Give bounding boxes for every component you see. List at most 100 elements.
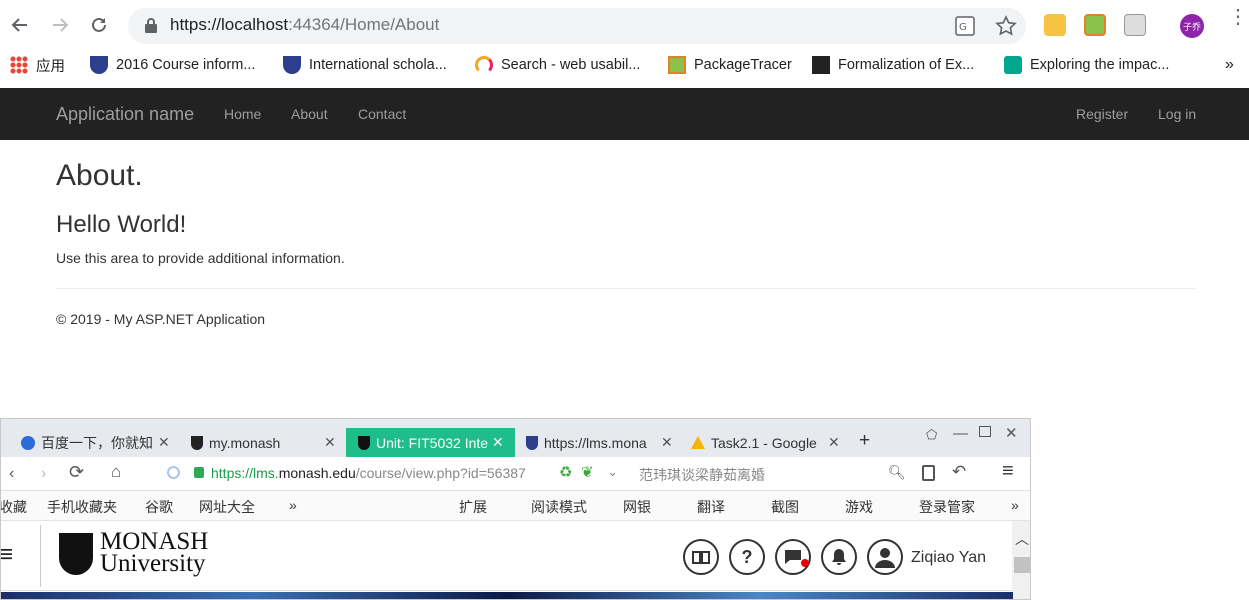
scrollbar[interactable]: ︿	[1012, 521, 1030, 599]
star-icon[interactable]	[995, 15, 1017, 42]
tab-my-monash[interactable]: my.monash ✕	[191, 428, 343, 457]
bookmark-apps[interactable]: 应用	[10, 54, 65, 76]
user-avatar-icon[interactable]	[867, 539, 903, 575]
bookmark-item[interactable]: 网址大全	[199, 497, 255, 517]
minimize-icon[interactable]: —	[953, 425, 968, 442]
more-bookmarks-button[interactable]: »	[1225, 54, 1234, 76]
page-footer: © 2019 - My ASP.NET Application	[56, 311, 266, 327]
scrollbar-thumb[interactable]	[1014, 557, 1030, 573]
home-icon[interactable]: ⌂	[111, 462, 121, 482]
translate-icon[interactable]: G	[955, 16, 975, 41]
search-suggestion[interactable]: 范玮琪谈梁静茹离婚	[639, 465, 765, 485]
recycle-icon[interactable]: ♻	[559, 463, 572, 481]
hamburger-menu-icon[interactable]: ≡	[1, 541, 13, 569]
tab-close-icon[interactable]: ✕	[661, 434, 673, 451]
extension-package-icon[interactable]	[1084, 14, 1106, 36]
back-arrow-icon[interactable]	[5, 10, 35, 40]
monash-logo[interactable]: MONASH University	[100, 529, 208, 577]
user-name[interactable]: Ziqiao Yan	[911, 549, 986, 567]
bookmark-label: 应用	[36, 58, 65, 75]
close-window-icon[interactable]: ✕	[1005, 424, 1018, 442]
shirt-skin-icon[interactable]: ⬠	[926, 427, 937, 443]
tab-lms-monash[interactable]: https://lms.mona ✕	[526, 428, 681, 457]
lock-icon	[144, 17, 158, 38]
app-brand-link[interactable]: Application name	[56, 104, 194, 125]
clipboard-icon[interactable]	[922, 465, 935, 481]
tab-close-icon[interactable]: ✕	[324, 434, 336, 451]
secondary-url-text[interactable]: https://lms.monash.edu/course/view.php?i…	[211, 465, 526, 481]
divider	[56, 288, 1197, 289]
tab-google-drive[interactable]: Task2.1 - Google ✕	[691, 428, 846, 457]
address-text[interactable]: https://localhost:44364/Home/About	[170, 15, 439, 35]
extension-cube-icon[interactable]	[1124, 14, 1146, 36]
university-shield-icon	[90, 56, 108, 74]
bookmark-item[interactable]: 扩展	[459, 497, 487, 517]
help-icon[interactable]: ?	[729, 539, 765, 575]
back-arrow-icon[interactable]: ‹	[9, 465, 14, 483]
tab-label: 百度一下，你就知	[41, 434, 153, 451]
tab-baidu[interactable]: 百度一下，你就知 ✕	[21, 428, 176, 457]
bookmark-item[interactable]: PackageTracer	[668, 54, 792, 76]
divider	[40, 525, 41, 587]
bookmark-item[interactable]: 2016 Course inform...	[90, 54, 255, 76]
leaf-icon[interactable]: ❦	[581, 463, 594, 481]
bookmark-item[interactable]: 截图	[771, 497, 799, 517]
bookmark-label: International schola...	[309, 57, 447, 73]
maximize-icon[interactable]	[979, 426, 991, 437]
chevron-down-icon[interactable]: ⌄	[607, 464, 618, 480]
messages-icon[interactable]	[775, 539, 811, 575]
site-info-icon[interactable]	[167, 466, 180, 479]
reload-icon[interactable]: ⟳	[69, 462, 84, 483]
nav-contact-link[interactable]: Contact	[358, 106, 406, 122]
url-path: /course/view.php?id=56387	[355, 465, 526, 481]
bookmark-item[interactable]: 登录管家	[919, 497, 975, 517]
tab-strip: 百度一下，你就知 ✕ my.monash ✕ Unit: FIT5032 Int…	[1, 419, 1030, 457]
nav-home-link[interactable]: Home	[224, 106, 261, 122]
bookmark-item[interactable]: Exploring the impac...	[1004, 54, 1169, 76]
bookmark-item[interactable]: 谷歌	[145, 497, 173, 517]
igi-logo-icon	[812, 56, 830, 74]
bookmark-item[interactable]: 翻译	[697, 497, 725, 517]
monash-crest-icon[interactable]	[59, 533, 93, 575]
monash-header: ≡ MONASH University ? Ziqiao Yan	[1, 521, 1030, 591]
bookmark-label: PackageTracer	[694, 57, 792, 73]
more-bookmarks-button[interactable]: »	[289, 497, 297, 513]
reload-icon[interactable]	[84, 10, 114, 40]
book-icon[interactable]	[683, 539, 719, 575]
nav-register-link[interactable]: Register	[1076, 106, 1128, 122]
page-subtitle: Hello World!	[56, 211, 187, 238]
secondary-browser-window[interactable]: 百度一下，你就知 ✕ my.monash ✕ Unit: FIT5032 Int…	[0, 418, 1031, 600]
tab-label: https://lms.mona	[544, 434, 647, 451]
hamburger-menu-icon[interactable]: ≡	[1002, 460, 1014, 483]
extension-chat-icon[interactable]	[1044, 14, 1066, 36]
url-domain: monash.edu	[278, 465, 356, 481]
chevron-up-icon[interactable]: ︿	[1015, 529, 1029, 549]
tab-close-icon[interactable]: ✕	[158, 434, 170, 451]
bookmark-item[interactable]: International schola...	[283, 54, 447, 76]
bookmark-item[interactable]: 阅读模式	[531, 497, 587, 517]
bookmark-item[interactable]: Search - web usabil...	[475, 54, 640, 76]
forward-arrow-icon[interactable]: ›	[41, 465, 46, 483]
new-tab-button[interactable]: +	[859, 430, 870, 452]
bookmark-item[interactable]: Formalization of Ex...	[812, 54, 974, 76]
bookmark-item[interactable]: 手机收藏夹	[47, 497, 117, 517]
search-icon[interactable]: 🔍︎	[888, 464, 906, 481]
tab-fit5032-active[interactable]: Unit: FIT5032 Inte ✕	[346, 428, 515, 457]
university-shield-icon	[283, 56, 301, 74]
tab-close-icon[interactable]: ✕	[828, 434, 840, 451]
google-drive-icon	[691, 436, 705, 449]
nav-about-link[interactable]: About	[291, 106, 328, 122]
undo-icon[interactable]: ↶	[952, 462, 966, 482]
svg-text:G: G	[959, 22, 967, 33]
bookmark-item[interactable]: 游戏	[845, 497, 873, 517]
menu-kebab-icon[interactable]: ⋮	[1228, 7, 1248, 27]
profile-avatar[interactable]: 子乔	[1180, 14, 1204, 38]
more-bookmarks-button[interactable]: »	[1011, 497, 1019, 513]
logo-line-2: University	[100, 550, 206, 577]
nav-login-link[interactable]: Log in	[1158, 106, 1196, 122]
tab-close-icon[interactable]: ✕	[492, 434, 504, 451]
bell-icon[interactable]	[821, 539, 857, 575]
forward-arrow-icon[interactable]	[45, 10, 75, 40]
bookmark-item[interactable]: 网银	[623, 497, 651, 517]
bookmark-item[interactable]: 收藏	[1, 497, 27, 517]
